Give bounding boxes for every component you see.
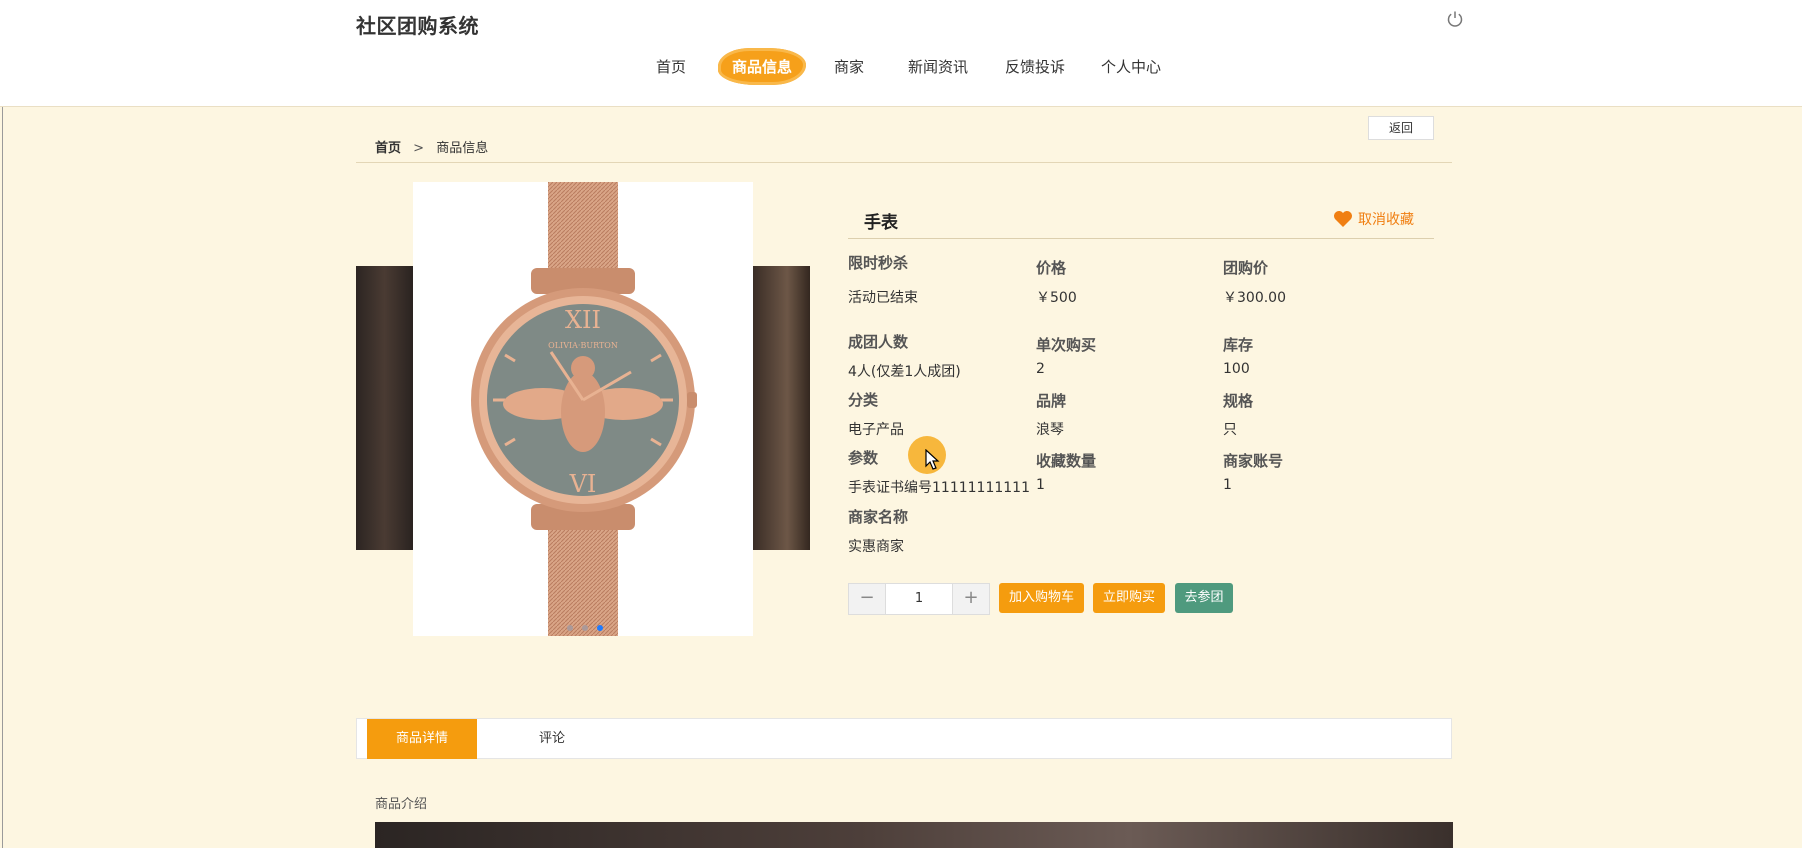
power-icon[interactable] — [1446, 10, 1464, 28]
svg-text:XII: XII — [565, 306, 601, 334]
increase-button[interactable]: + — [952, 584, 989, 614]
product-gallery[interactable]: XII VI OLIVIA·BURTON — [356, 182, 810, 636]
fav-count-value: 1 — [1036, 477, 1045, 493]
nav-profile[interactable]: 个人中心 — [1101, 56, 1161, 77]
breadcrumb-home[interactable]: 首页 — [375, 141, 401, 156]
main-nav: 首页 商品信息 商家 新闻资讯 反馈投诉 个人中心 — [0, 48, 1802, 86]
single-buy-value: 2 — [1036, 361, 1045, 377]
tab-details[interactable]: 商品详情 — [367, 719, 477, 759]
group-size-label: 成团人数 — [848, 333, 909, 351]
nav-feedback[interactable]: 反馈投诉 — [1005, 56, 1065, 77]
group-price-value: ￥300.00 — [1223, 290, 1286, 306]
next-slide-image — [753, 266, 810, 550]
flash-sale-value: 活动已结束 — [848, 290, 918, 306]
nav-home[interactable]: 首页 — [656, 56, 686, 77]
merchant-account-label: 商家账号 — [1223, 452, 1284, 470]
svg-text:VI: VI — [569, 470, 597, 498]
intro-image — [375, 822, 1453, 848]
single-buy-label: 单次购买 — [1036, 336, 1097, 354]
add-to-cart-button[interactable]: 加入购物车 — [999, 583, 1084, 613]
svg-text:OLIVIA·BURTON: OLIVIA·BURTON — [548, 341, 618, 350]
brand-value: 浪琴 — [1036, 422, 1064, 438]
back-button[interactable]: 返回 — [1368, 116, 1434, 140]
stock-value: 100 — [1223, 361, 1250, 377]
param-value: 手表证书编号11111111111 — [848, 480, 1030, 496]
quantity-input[interactable]: 1 — [886, 584, 952, 614]
nav-news[interactable]: 新闻资讯 — [908, 56, 968, 77]
decrease-button[interactable]: − — [849, 584, 886, 614]
unfavorite-label: 取消收藏 — [1358, 212, 1414, 228]
breadcrumb-separator: > — [413, 141, 425, 156]
header: 社区团购系统 首页 商品信息 商家 新闻资讯 反馈投诉 个人中心 — [0, 0, 1802, 107]
carousel-dot[interactable] — [567, 625, 573, 631]
tab-comments[interactable]: 评论 — [497, 719, 607, 759]
product-image: XII VI OLIVIA·BURTON — [413, 182, 753, 636]
watch-image: XII VI OLIVIA·BURTON — [471, 182, 697, 636]
carousel-dots — [567, 616, 612, 635]
buy-now-button[interactable]: 立即购买 — [1093, 583, 1165, 613]
price-label: 价格 — [1036, 259, 1067, 277]
group-size-value: 4人(仅差1人成团) — [848, 364, 961, 380]
category-label: 分类 — [848, 391, 879, 409]
price-value: ￥500 — [1036, 290, 1077, 306]
divider — [848, 238, 1434, 239]
merchant-name-value: 实惠商家 — [848, 539, 904, 555]
prev-slide-image — [356, 266, 413, 550]
intro-title: 商品介绍 — [375, 797, 428, 812]
brand-label: 品牌 — [1036, 392, 1067, 410]
product-name: 手表 — [864, 213, 898, 233]
nav-merchants[interactable]: 商家 — [834, 56, 864, 77]
carousel-dot-active[interactable] — [597, 625, 603, 631]
site-title: 社区团购系统 — [356, 14, 479, 38]
category-value: 电子产品 — [848, 422, 904, 438]
carousel-dot[interactable] — [582, 625, 588, 631]
breadcrumb-current: 商品信息 — [436, 141, 489, 156]
heart-icon — [1334, 211, 1352, 227]
flash-sale-label: 限时秒杀 — [848, 254, 909, 272]
stock-label: 库存 — [1223, 336, 1254, 354]
divider — [356, 162, 1452, 163]
merchant-name-label: 商家名称 — [848, 508, 909, 526]
param-label: 参数 — [848, 449, 879, 467]
nav-products[interactable]: 商品信息 — [718, 48, 807, 85]
join-group-button[interactable]: 去参团 — [1175, 583, 1233, 613]
quantity-stepper: − 1 + — [848, 583, 990, 615]
window-edge — [2, 0, 3, 848]
group-price-label: 团购价 — [1223, 259, 1269, 277]
spec-value: 只 — [1223, 422, 1237, 438]
detail-tabs: 商品详情 评论 — [356, 718, 1452, 759]
merchant-account-value: 1 — [1223, 477, 1232, 493]
unfavorite-button[interactable]: 取消收藏 — [1333, 209, 1414, 229]
breadcrumb: 首页 > 商品信息 — [375, 137, 488, 156]
mouse-cursor-icon — [925, 449, 940, 470]
spec-label: 规格 — [1223, 392, 1254, 410]
fav-count-label: 收藏数量 — [1036, 452, 1097, 470]
